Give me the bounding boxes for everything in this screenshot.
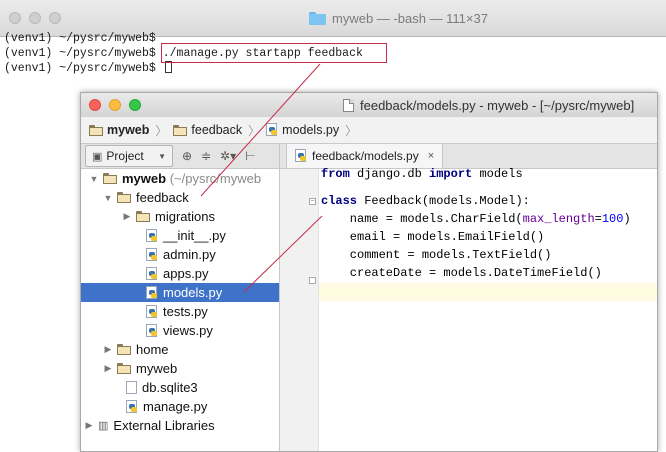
project-view-icon: ▣ xyxy=(92,150,103,163)
python-file-icon xyxy=(146,228,158,243)
tree-item-myweb-package[interactable]: ▶ myweb xyxy=(81,359,279,378)
fold-end-icon[interactable] xyxy=(309,277,316,284)
terminal-close-button[interactable] xyxy=(9,12,21,24)
tree-item-manage[interactable]: manage.py xyxy=(81,397,279,416)
tree-item-migrations[interactable]: ▶ migrations xyxy=(81,207,279,226)
breadcrumb-myweb[interactable]: myweb xyxy=(89,123,149,137)
chevron-right-icon: 〉 xyxy=(155,123,168,138)
tree-item-models[interactable]: models.py xyxy=(81,283,279,302)
terminal-title-text: myweb — -bash — 111×37 xyxy=(332,10,488,26)
project-toolbar: ▣ Project ▼ ⊕ ≑ ✲▾ ⊢ xyxy=(81,144,280,169)
terminal-minimize-button[interactable] xyxy=(29,12,41,24)
scroll-from-source-icon[interactable]: ⊕ xyxy=(182,149,192,163)
python-file-icon xyxy=(295,149,307,163)
ide-title: feedback/models.py - myweb - [~/pysrc/my… xyxy=(343,97,634,113)
breadcrumb-models[interactable]: models.py xyxy=(266,123,339,137)
terminal-line: (venv1) ~/pysrc/myweb$ xyxy=(4,32,156,45)
tree-item-apps[interactable]: apps.py xyxy=(81,264,279,283)
package-icon xyxy=(117,192,131,203)
python-file-icon xyxy=(146,266,158,281)
code-line: from django.db import models xyxy=(321,167,523,181)
collapse-arrow-icon[interactable]: ▶ xyxy=(103,363,113,374)
chevron-right-icon: 〉 xyxy=(345,123,358,138)
folder-icon xyxy=(309,11,326,25)
terminal-line: (venv1) ~/pysrc/myweb$ xyxy=(4,61,172,76)
folder-icon xyxy=(103,173,117,184)
code-line: email = models.EmailField() xyxy=(321,230,545,244)
python-file-icon xyxy=(146,247,158,262)
package-icon xyxy=(117,363,131,374)
ide-titlebar: feedback/models.py - myweb - [~/pysrc/my… xyxy=(81,93,657,118)
chevron-down-icon: ▼ xyxy=(158,151,166,161)
file-icon xyxy=(126,381,137,394)
code-line: comment = models.TextField() xyxy=(321,248,552,262)
gear-icon[interactable]: ✲▾ xyxy=(220,149,236,163)
tree-item-admin[interactable]: admin.py xyxy=(81,245,279,264)
code-editor[interactable]: from django.db import models class Feedb… xyxy=(319,167,657,451)
breadcrumb: myweb 〉 feedback 〉 models.py 〉 xyxy=(81,117,657,144)
ide-title-text: feedback/models.py - myweb - [~/pysrc/my… xyxy=(360,97,635,113)
code-line: class Feedback(models.Model): xyxy=(321,194,530,208)
close-icon[interactable]: × xyxy=(428,150,434,162)
tree-item-db-sqlite3[interactable]: db.sqlite3 xyxy=(81,378,279,397)
project-tree: ▼ myweb (~/pysrc/myweb ▼ feedback ▶ migr… xyxy=(81,169,280,451)
editor-gutter[interactable]: − xyxy=(280,169,319,451)
tree-item-init[interactable]: __init__.py xyxy=(81,226,279,245)
document-icon xyxy=(343,98,354,112)
tree-item-external-libraries[interactable]: ▶ ▥ External Libraries xyxy=(81,416,279,435)
python-file-icon xyxy=(146,323,158,338)
folder-icon xyxy=(89,124,103,136)
collapse-arrow-icon[interactable]: ▶ xyxy=(84,420,94,431)
package-icon xyxy=(173,124,188,136)
library-icon: ▥ xyxy=(98,420,109,432)
python-file-icon xyxy=(126,399,138,414)
project-view-selector[interactable]: ▣ Project ▼ xyxy=(85,145,173,167)
fold-icon[interactable]: − xyxy=(309,198,316,205)
package-icon xyxy=(117,344,131,355)
code-line: createDate = models.DateTimeField() xyxy=(321,266,602,280)
collapse-arrow-icon[interactable]: ▶ xyxy=(103,344,113,355)
terminal-zoom-button[interactable] xyxy=(49,12,61,24)
ide-minimize-button[interactable] xyxy=(109,99,121,111)
collapse-arrow-icon[interactable]: ▶ xyxy=(122,211,132,222)
tree-item-tests[interactable]: tests.py xyxy=(81,302,279,321)
python-file-icon xyxy=(146,285,158,300)
ide-window: feedback/models.py - myweb - [~/pysrc/my… xyxy=(80,92,658,452)
chevron-right-icon: 〉 xyxy=(248,123,261,138)
tree-item-feedback[interactable]: ▼ feedback xyxy=(81,188,279,207)
collapse-all-icon[interactable]: ≑ xyxy=(201,149,211,163)
current-line-highlight xyxy=(319,283,657,301)
ide-close-button[interactable] xyxy=(89,99,101,111)
expand-arrow-icon[interactable]: ▼ xyxy=(89,174,99,184)
command-highlight-box xyxy=(161,43,387,63)
expand-arrow-icon[interactable]: ▼ xyxy=(103,193,113,203)
package-icon xyxy=(136,211,150,222)
tree-item-myweb-root[interactable]: ▼ myweb (~/pysrc/myweb xyxy=(81,169,279,188)
tree-item-views[interactable]: views.py xyxy=(81,321,279,340)
hide-panel-icon[interactable]: ⊢ xyxy=(245,149,255,163)
code-line: name = models.CharField(max_length=100) xyxy=(321,212,631,226)
breadcrumb-feedback[interactable]: feedback xyxy=(173,123,242,137)
ide-zoom-button[interactable] xyxy=(129,99,141,111)
python-file-icon xyxy=(266,123,278,137)
tree-item-home[interactable]: ▶ home xyxy=(81,340,279,359)
terminal-title: myweb — -bash — 111×37 xyxy=(309,10,488,26)
python-file-icon xyxy=(146,304,158,319)
